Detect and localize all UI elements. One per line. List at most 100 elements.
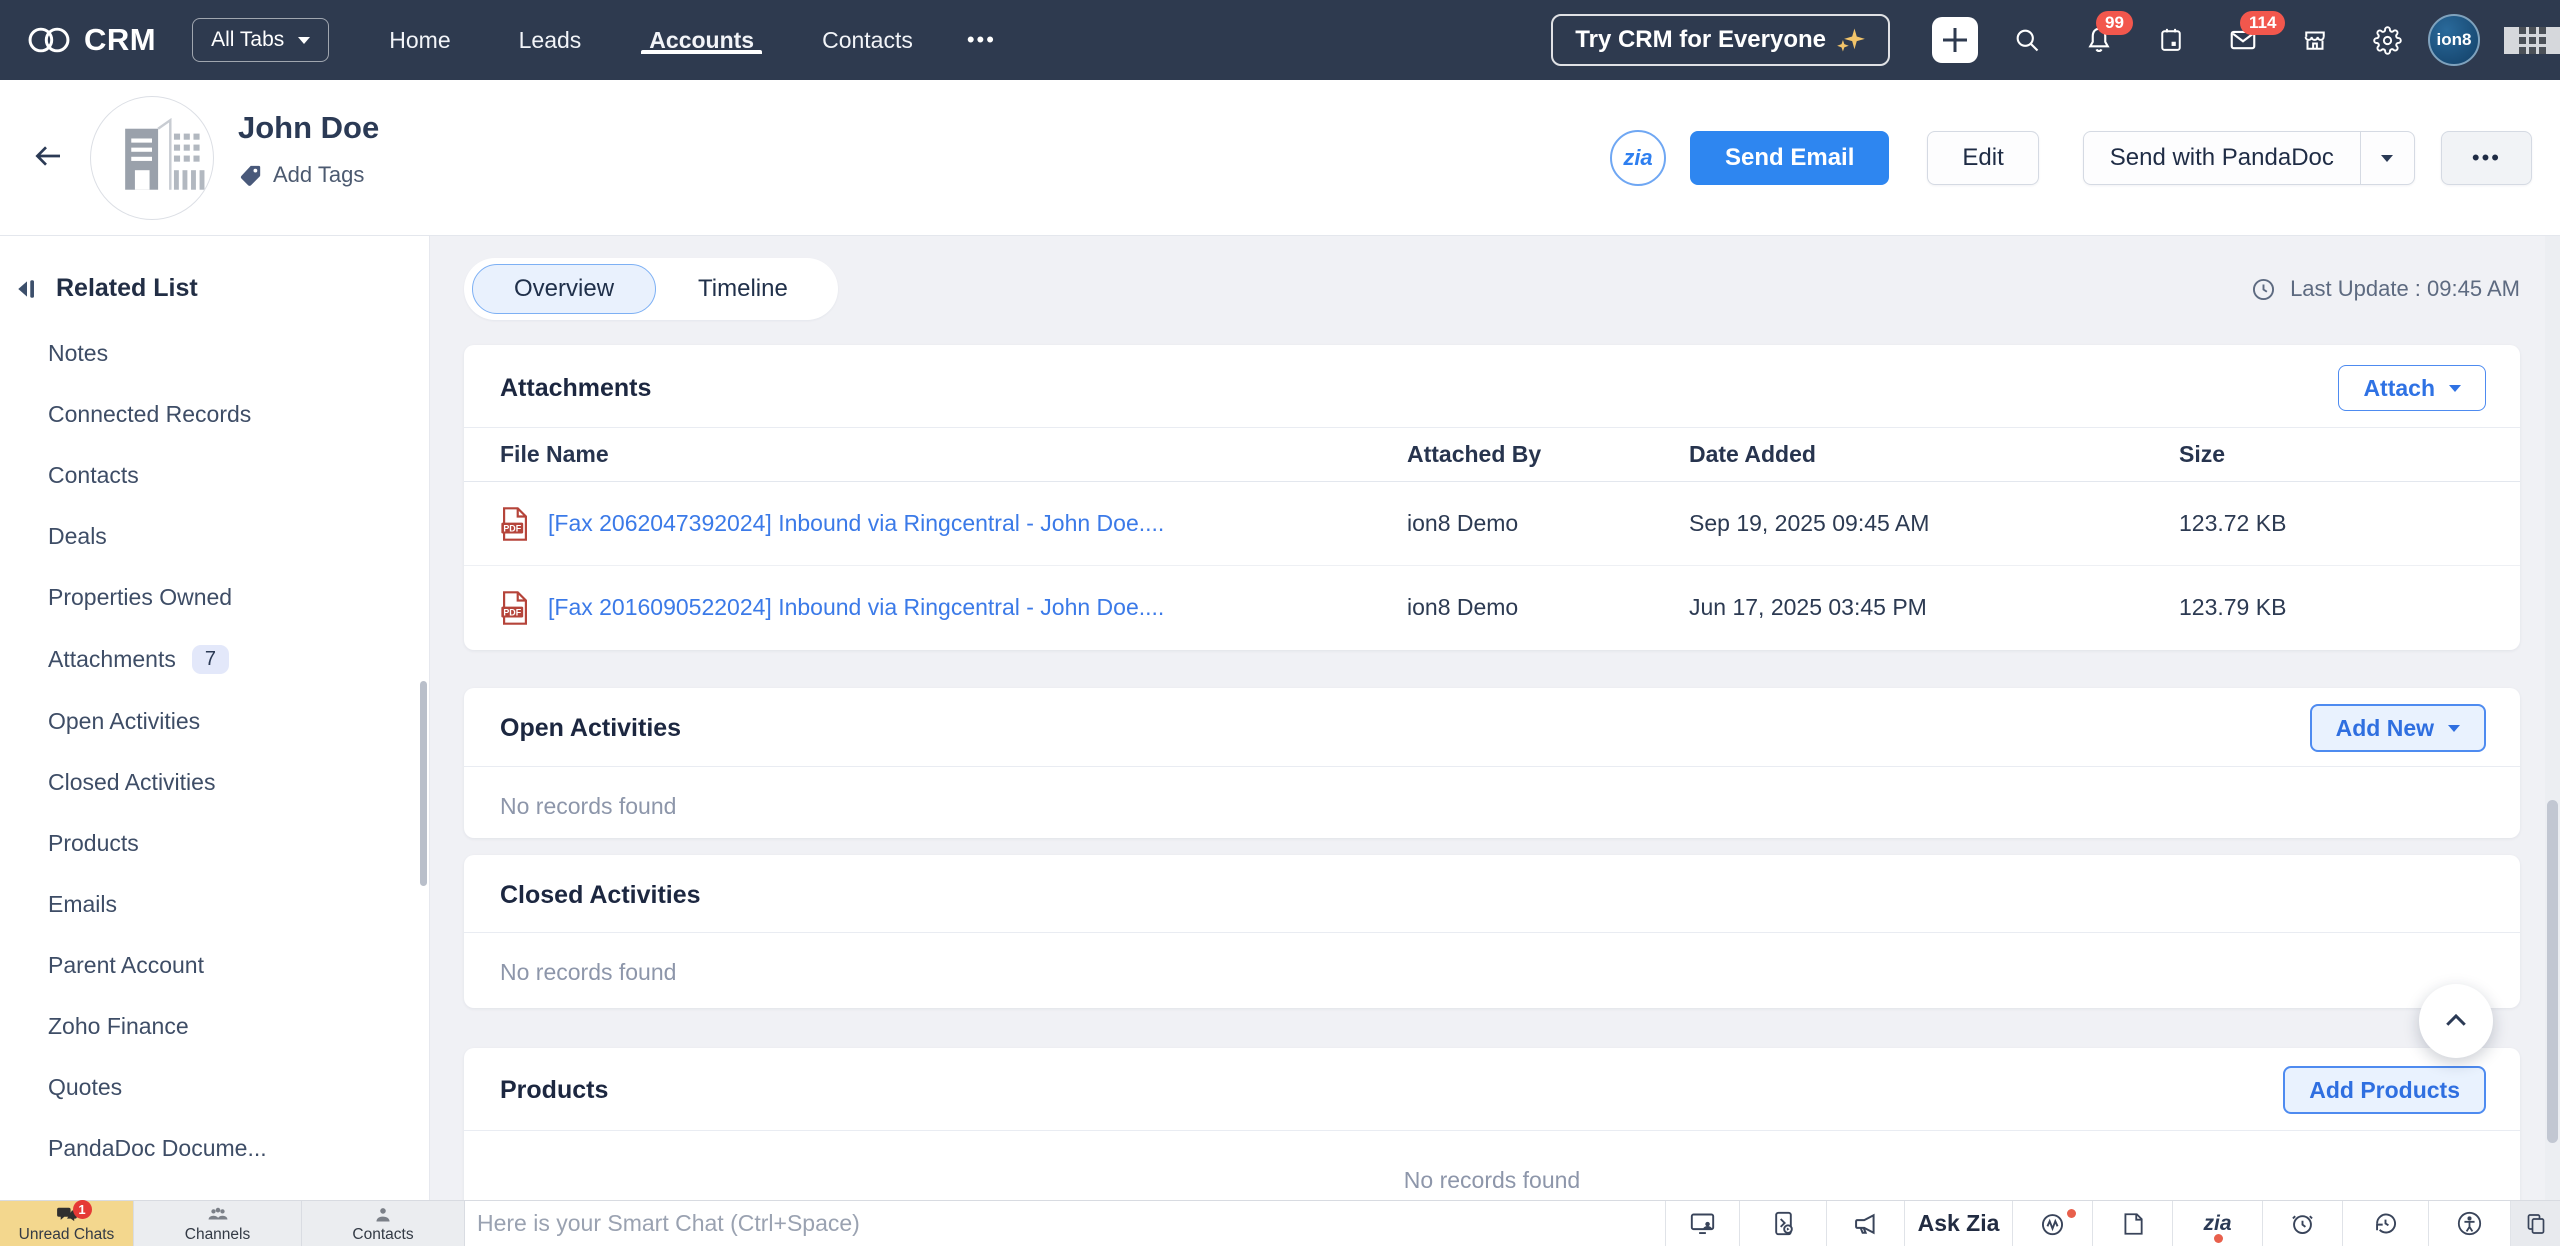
sidebar-title: Related List (56, 274, 198, 303)
quick-create-button[interactable] (1932, 17, 1978, 63)
copy-icon[interactable] (2510, 1201, 2560, 1246)
last-update: Last Update : 09:45 AM (2250, 276, 2520, 303)
send-with-pandadoc-button[interactable]: Send with PandaDoc (2083, 131, 2415, 185)
pandadoc-label[interactable]: Send with PandaDoc (2084, 132, 2360, 184)
attachments-title: Attachments (500, 374, 651, 403)
screen-share-icon[interactable] (1665, 1201, 1739, 1246)
attach-label: Attach (2363, 375, 2435, 402)
all-tabs-dropdown[interactable]: All Tabs (192, 18, 329, 62)
ask-zia-label: Ask Zia (1918, 1210, 2000, 1237)
nav-tab-accounts[interactable]: Accounts (641, 27, 762, 54)
gear-icon[interactable] (2372, 25, 2402, 55)
megaphone-icon[interactable] (1826, 1201, 1904, 1246)
table-row[interactable]: PDF [Fax 2062047392024] Inbound via Ring… (464, 482, 2520, 566)
size-value: 123.72 KB (2179, 482, 2520, 566)
send-email-button[interactable]: Send Email (1690, 131, 1889, 185)
bell-icon[interactable]: 99 (2084, 25, 2114, 55)
sidebar-item-parent-account[interactable]: Parent Account (0, 935, 429, 996)
sidebar-item-closed-activities[interactable]: Closed Activities (0, 752, 429, 813)
edit-button[interactable]: Edit (1927, 131, 2038, 185)
size-value: 123.79 KB (2179, 566, 2520, 650)
add-tags-button[interactable]: Add Tags (238, 162, 379, 188)
channels-tab[interactable]: Channels (134, 1201, 302, 1246)
mail-icon[interactable]: 114 (2228, 25, 2258, 55)
unread-chats-tab[interactable]: 1 Unread Chats (0, 1201, 134, 1246)
attach-button[interactable]: Attach (2338, 365, 2486, 411)
empty-state-text: No records found (464, 767, 2520, 838)
contacts-tab[interactable]: Contacts (302, 1201, 465, 1246)
attachment-file-link[interactable]: [Fax 2062047392024] Inbound via Ringcent… (548, 510, 1164, 537)
store-icon[interactable] (2300, 25, 2330, 55)
pdf-icon: PDF (500, 590, 530, 626)
sidebar-item-open-activities[interactable]: Open Activities (0, 691, 429, 752)
column-attached-by: Attached By (1407, 428, 1689, 482)
guide-icon[interactable] (1739, 1201, 1826, 1246)
date-added-value: Jun 17, 2025 03:45 PM (1689, 566, 2179, 650)
sidebar-item-quotes[interactable]: Quotes (0, 1057, 429, 1118)
accessibility-icon[interactable] (2428, 1201, 2510, 1246)
pandadoc-dropdown-icon[interactable] (2360, 132, 2414, 184)
sidebar-item-pandadoc-documents[interactable]: PandaDoc Docume... (0, 1118, 429, 1179)
apps-grid-icon[interactable] (2504, 27, 2560, 54)
zia-icon[interactable]: zia (1610, 130, 1666, 186)
closed-activities-title: Closed Activities (500, 881, 701, 910)
smart-chat-input[interactable]: Here is your Smart Chat (Ctrl+Space) (465, 1201, 1665, 1246)
sidebar-item-emails[interactable]: Emails (0, 874, 429, 935)
scroll-to-top-button[interactable] (2419, 984, 2493, 1058)
more-tabs-button[interactable]: ••• (967, 27, 996, 54)
sidebar-item-deals[interactable]: Deals (0, 506, 429, 567)
header-more-button[interactable]: ••• (2441, 131, 2532, 185)
attachments-table: File Name Attached By Date Added Size (464, 427, 2520, 650)
add-products-button[interactable]: Add Products (2283, 1066, 2486, 1114)
svg-text:PDF: PDF (503, 607, 521, 617)
module-tabs: Home Leads Accounts Contacts ••• (329, 27, 996, 54)
search-icon[interactable] (2012, 25, 2042, 55)
sidebar-item-products[interactable]: Products (0, 813, 429, 874)
date-added-value: Sep 19, 2025 09:45 AM (1689, 482, 2179, 566)
pulse-icon[interactable] (2012, 1201, 2092, 1246)
nav-tab-home[interactable]: Home (381, 27, 458, 54)
top-navbar: CRM All Tabs Home Leads Accounts Contact… (0, 0, 2560, 80)
tag-icon (238, 163, 263, 188)
products-section: Products Add Products No records found (464, 1048, 2520, 1200)
calendar-icon[interactable] (2156, 25, 2186, 55)
sidebar-item-contacts[interactable]: Contacts (0, 445, 429, 506)
app-logo[interactable]: CRM (26, 22, 156, 58)
contacts-label: Contacts (352, 1226, 413, 1244)
alarm-icon[interactable] (2262, 1201, 2342, 1246)
closed-activities-section: Closed Activities No records found (464, 855, 2520, 1008)
record-header: John Doe Add Tags zia Send Email Edit Se… (0, 80, 2560, 236)
open-activities-section: Open Activities Add New No records found (464, 688, 2520, 838)
back-icon[interactable] (30, 140, 66, 172)
mail-badge: 114 (2240, 11, 2285, 35)
table-row[interactable]: PDF [Fax 2016090522024] Inbound via Ring… (464, 566, 2520, 650)
note-icon[interactable] (2092, 1201, 2172, 1246)
user-avatar[interactable]: ion8 (2428, 14, 2480, 66)
ask-zia-button[interactable]: Ask Zia (1904, 1201, 2012, 1246)
collapse-panel-icon[interactable] (16, 277, 38, 301)
zia-icon[interactable]: zia (2172, 1201, 2262, 1246)
tab-overview[interactable]: Overview (472, 264, 656, 314)
sparkles-icon (1836, 26, 1866, 54)
add-new-button[interactable]: Add New (2310, 704, 2486, 752)
sidebar-item-attachments[interactable]: Attachments 7 (0, 628, 429, 691)
account-avatar (90, 96, 214, 220)
tab-timeline[interactable]: Timeline (656, 264, 830, 314)
column-size: Size (2179, 428, 2520, 482)
page-scrollbar[interactable] (2547, 800, 2558, 1143)
nav-tab-contacts[interactable]: Contacts (814, 27, 921, 54)
zoho-crm-window: CRM All Tabs Home Leads Accounts Contact… (0, 0, 2560, 1246)
building-icon (91, 97, 213, 219)
history-icon[interactable] (2342, 1201, 2428, 1246)
sidebar-item-properties-owned[interactable]: Properties Owned (0, 567, 429, 628)
attachments-count-badge: 7 (192, 645, 229, 674)
attachments-section: Attachments Attach File Name Attached By… (464, 345, 2520, 650)
sidebar-item-notes[interactable]: Notes (0, 323, 429, 384)
products-title: Products (500, 1076, 608, 1105)
sidebar-scrollbar[interactable] (420, 681, 427, 886)
attachment-file-link[interactable]: [Fax 2016090522024] Inbound via Ringcent… (548, 594, 1164, 621)
sidebar-item-connected-records[interactable]: Connected Records (0, 384, 429, 445)
try-crm-button[interactable]: Try CRM for Everyone (1551, 14, 1890, 66)
nav-tab-leads[interactable]: Leads (511, 27, 590, 54)
sidebar-item-zoho-finance[interactable]: Zoho Finance (0, 996, 429, 1057)
